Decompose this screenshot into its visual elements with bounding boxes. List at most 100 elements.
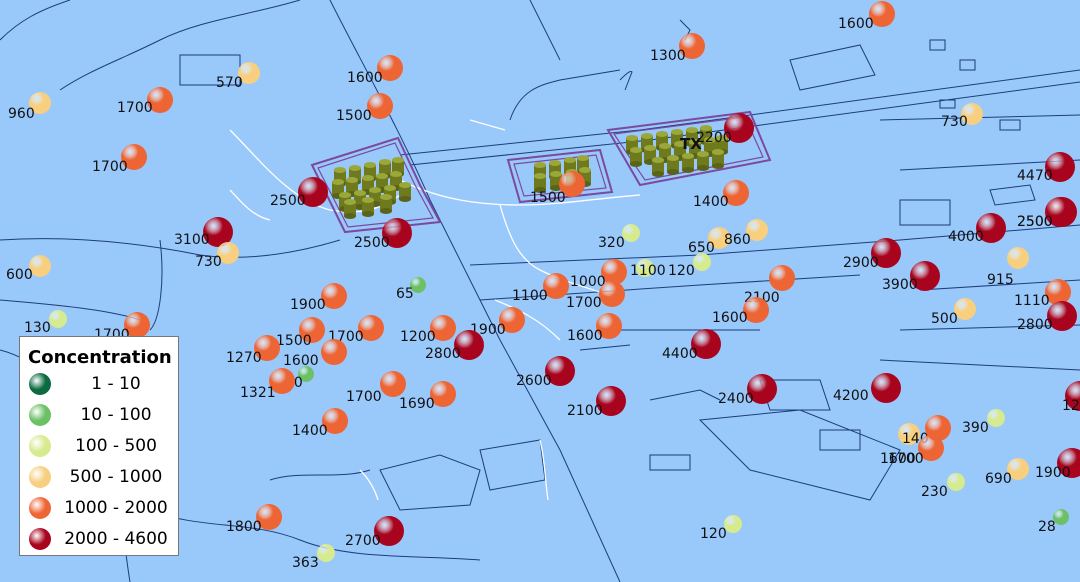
sample-point-label: 1400 <box>693 194 729 210</box>
legend-label: 2000 - 4600 <box>64 529 168 549</box>
sample-point-label: 1600 <box>347 70 383 86</box>
sample-point-marker[interactable] <box>1007 247 1029 269</box>
legend-title: Concentration <box>28 347 172 368</box>
sample-point-label: 500 <box>931 311 958 327</box>
sample-point-label: 1800 <box>226 519 262 535</box>
sample-point-label: 2600 <box>516 373 552 389</box>
legend-label: 1000 - 2000 <box>64 498 168 518</box>
sample-point-label: 120 <box>700 526 727 542</box>
sample-point-label: 2200 <box>696 130 732 146</box>
storage-tank <box>652 157 664 177</box>
sample-point-label: 1321 <box>240 385 276 401</box>
sample-point-label: 4000 <box>948 229 984 245</box>
sample-point-label: 2100 <box>567 403 603 419</box>
sample-point-marker[interactable] <box>49 310 67 328</box>
sample-point-label: 2800 <box>425 346 461 362</box>
sample-point-label: 3900 <box>882 277 918 293</box>
sample-point-label: 1900 <box>290 297 326 313</box>
sample-point-label: 1270 <box>226 350 262 366</box>
sample-point-label: 230 <box>921 484 948 500</box>
sample-point-label: 1700 <box>566 295 602 311</box>
legend-swatch <box>29 435 51 457</box>
legend-swatch <box>29 497 51 519</box>
sample-point-label: 4400 <box>662 346 698 362</box>
sample-point-label: 3100 <box>174 232 210 248</box>
legend-row: 1000 - 2000 <box>20 495 180 521</box>
sample-point-label: 915 <box>987 272 1014 288</box>
sample-point-marker[interactable] <box>599 281 625 307</box>
sample-point-label: 730 <box>195 254 222 270</box>
sample-point-marker[interactable] <box>947 473 965 491</box>
sample-point-marker[interactable] <box>321 339 347 365</box>
sample-point-label: 1600 <box>567 328 603 344</box>
legend-label: 1 - 10 <box>91 374 141 394</box>
sample-point-label: 12 <box>1062 398 1080 414</box>
legend-row: 100 - 500 <box>20 433 180 459</box>
sample-point-label: 1900 <box>1035 465 1071 481</box>
concentration-legend: Concentration 1 - 10 10 - 100 100 - 500 … <box>19 336 179 556</box>
storage-tank <box>697 151 709 171</box>
sample-point-label: 1100 <box>512 288 548 304</box>
sample-point-label: 1500 <box>530 190 566 206</box>
sample-point-label: 2500 <box>270 193 306 209</box>
sample-point-label: 28 <box>1038 519 1056 535</box>
sample-point-label: 1690 <box>399 396 435 412</box>
sample-point-label: 1700 <box>346 389 382 405</box>
storage-tank <box>712 149 724 169</box>
sample-point-label: 1300 <box>650 48 686 64</box>
sample-point-label: 960 <box>8 106 35 122</box>
storage-tank <box>667 155 679 175</box>
legend-swatch <box>29 466 51 488</box>
sample-point-label: 2900 <box>843 255 879 271</box>
sample-point-label: 2400 <box>718 391 754 407</box>
sample-point-label: 1600 <box>880 451 916 467</box>
sample-point-label: 4470 <box>1017 168 1053 184</box>
sample-point-label: 120 <box>668 263 695 279</box>
sample-point-label: 1500 <box>276 333 312 349</box>
sample-point-label: 1400 <box>292 423 328 439</box>
sample-point-label: 1700 <box>92 159 128 175</box>
legend-label: 10 - 100 <box>80 405 152 425</box>
sample-point-marker[interactable] <box>987 409 1005 427</box>
sample-point-label: 65 <box>396 286 414 302</box>
sample-point-marker[interactable] <box>769 265 795 291</box>
sample-point-label: 1000 <box>570 274 606 290</box>
legend-row: 2000 - 4600 <box>20 526 180 552</box>
sample-point-label: 130 <box>24 320 51 336</box>
sample-point-label: 1100 <box>630 263 666 279</box>
legend-row: 500 - 1000 <box>20 464 180 490</box>
sample-point-marker[interactable] <box>380 371 406 397</box>
sample-point-label: 4200 <box>833 388 869 404</box>
storage-tank <box>630 147 642 167</box>
sample-point-marker[interactable] <box>693 253 711 271</box>
sample-point-label: 1110 <box>1014 293 1050 309</box>
sample-point-label: 600 <box>6 267 33 283</box>
sample-point-marker[interactable] <box>317 544 335 562</box>
sample-point-label: 860 <box>724 232 751 248</box>
storage-tank <box>682 153 694 173</box>
legend-row: 10 - 100 <box>20 402 180 428</box>
sample-point-label: 2700 <box>345 533 381 549</box>
sample-point-label: 1500 <box>336 108 372 124</box>
legend-swatch <box>29 528 51 550</box>
sample-point-label: 1200 <box>400 329 436 345</box>
sample-point-marker[interactable] <box>871 373 901 403</box>
sample-point-label: 730 <box>941 114 968 130</box>
sample-point-label: 1600 <box>283 353 319 369</box>
storage-tank <box>362 197 374 217</box>
legend-swatch <box>29 373 51 395</box>
sample-point-label: 1600 <box>838 16 874 32</box>
sample-point-label: 2500 <box>354 235 390 251</box>
storage-tank <box>380 194 392 214</box>
sample-point-label: 690 <box>985 471 1012 487</box>
sample-point-label: 390 <box>962 420 989 436</box>
legend-row: 1 - 10 <box>20 371 180 397</box>
sample-point-label: 570 <box>216 75 243 91</box>
sample-point-marker[interactable] <box>925 415 951 441</box>
legend-label: 500 - 1000 <box>69 467 163 487</box>
legend-swatch <box>29 404 51 426</box>
legend-label: 100 - 500 <box>75 436 157 456</box>
sample-point-label: 1700 <box>117 100 153 116</box>
sample-point-label: 320 <box>598 235 625 251</box>
sample-point-label: 2800 <box>1017 317 1053 333</box>
